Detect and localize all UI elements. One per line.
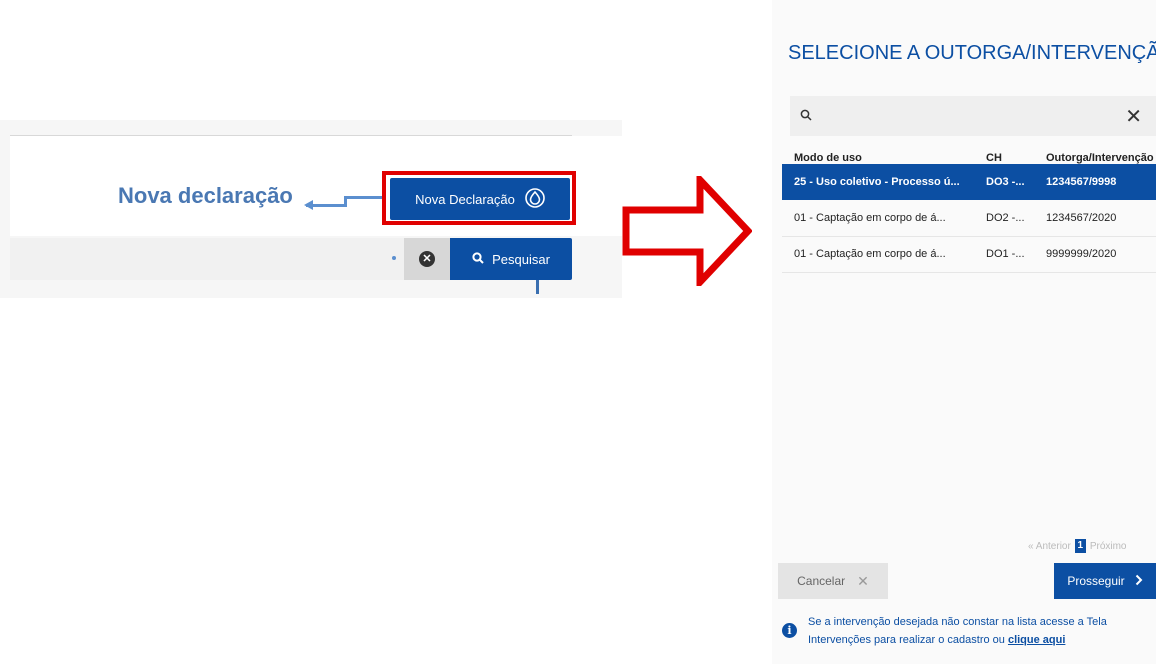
- modal-search-input[interactable]: ✕: [790, 96, 1156, 136]
- prosseguir-button[interactable]: Prosseguir: [1054, 563, 1156, 599]
- info-icon: i: [782, 623, 797, 638]
- pagination-prev[interactable]: « Anterior: [1028, 541, 1071, 552]
- cell-outorga: 1234567/2020: [1046, 212, 1117, 224]
- search-icon: [472, 251, 484, 267]
- pagination: « Anterior 1 Próximo: [1028, 539, 1127, 553]
- clique-aqui-link[interactable]: clique aqui: [1008, 634, 1065, 646]
- cell-modo: 01 - Captação em corpo de á...: [794, 248, 946, 260]
- nova-declaracao-label: Nova Declaração: [415, 191, 515, 207]
- column-header-outorga[interactable]: Outorga/Intervenção: [1046, 152, 1154, 164]
- cancel-button[interactable]: Cancelar ✕: [778, 563, 888, 599]
- pesquisar-button[interactable]: Pesquisar: [450, 238, 572, 280]
- annotation-connector: [344, 196, 384, 199]
- cell-ch: DO3 -...: [986, 176, 1025, 188]
- annotation-arrow-icon: [304, 200, 313, 210]
- table-row[interactable]: 01 - Captação em corpo de á... DO1 -... …: [782, 236, 1156, 272]
- close-icon[interactable]: ✕: [1125, 104, 1142, 129]
- nova-declaracao-button[interactable]: Nova Declaração: [390, 178, 570, 220]
- water-drop-icon: [525, 187, 545, 211]
- row-divider: [782, 272, 1156, 273]
- prosseguir-label: Prosseguir: [1067, 574, 1125, 588]
- divider: [10, 135, 572, 136]
- pagination-next[interactable]: Próximo: [1090, 541, 1127, 552]
- clear-search-button[interactable]: ✕: [404, 238, 450, 280]
- annotation-connector: [536, 280, 539, 294]
- modal-title: SELECIONE A OUTORGA/INTERVENÇÃO: [788, 42, 1156, 64]
- cell-modo: 01 - Captação em corpo de á...: [794, 212, 946, 224]
- clear-circle-icon: ✕: [419, 251, 435, 267]
- table-row[interactable]: 01 - Captação em corpo de á... DO2 -... …: [782, 200, 1156, 236]
- cell-modo: 25 - Uso coletivo - Processo ú...: [794, 176, 960, 188]
- column-header-modo[interactable]: Modo de uso: [794, 152, 862, 164]
- pesquisar-label: Pesquisar: [492, 251, 550, 267]
- cell-ch: DO1 -...: [986, 248, 1025, 260]
- cell-ch: DO2 -...: [986, 212, 1025, 224]
- transition-arrow-icon: [622, 176, 752, 286]
- close-icon: ✕: [857, 572, 869, 589]
- search-icon: [800, 108, 812, 126]
- pagination-current[interactable]: 1: [1074, 539, 1086, 553]
- table-row[interactable]: 25 - Uso coletivo - Processo ú... DO3 -.…: [782, 164, 1156, 200]
- chevron-right-icon: [1135, 574, 1143, 589]
- cancel-label: Cancelar: [797, 574, 846, 588]
- annotation-label: Nova declaração: [118, 183, 293, 208]
- column-header-ch[interactable]: CH: [986, 152, 1002, 164]
- annotation-dot: [392, 256, 396, 260]
- cell-outorga: 9999999/2020: [1046, 248, 1117, 260]
- cell-outorga: 1234567/9998: [1046, 176, 1117, 188]
- info-message: Se a intervenção desejada não constar na…: [808, 613, 1153, 649]
